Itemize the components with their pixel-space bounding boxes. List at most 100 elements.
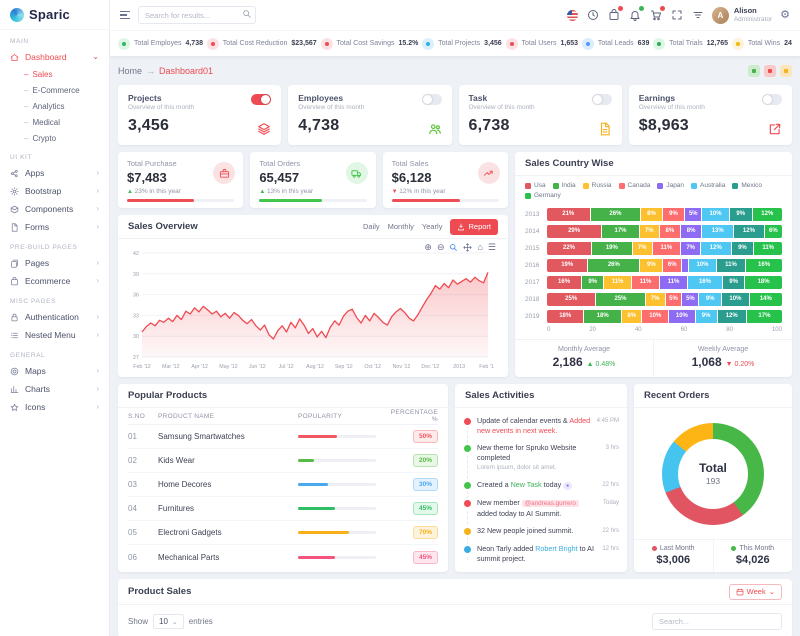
orders-legend-this-month: This Month $4,026 <box>712 540 793 572</box>
activity-time: Today <box>602 500 619 507</box>
week-filter-button[interactable]: Week ⌄ <box>728 583 782 600</box>
bag-icon[interactable] <box>608 6 623 21</box>
search-input[interactable] <box>138 6 256 24</box>
activity-link[interactable]: New Task <box>511 480 542 489</box>
zoom-out-icon[interactable]: ⊖ <box>437 243 445 252</box>
legend-value: $4,026 <box>735 554 770 566</box>
total-cost-savings-icon <box>320 37 333 50</box>
activity-link[interactable]: Robert Bright <box>535 544 577 553</box>
logo[interactable]: Sparic <box>0 0 109 30</box>
task-toggle[interactable] <box>591 94 612 105</box>
sidebar-item-bootstrap[interactable]: Bootstrap › <box>0 182 109 200</box>
bullet-icon: – <box>24 133 29 143</box>
segment-australia: 12% <box>701 242 731 255</box>
legend-india: India <box>552 182 576 189</box>
zoom-in-icon[interactable]: ⊕ <box>424 243 432 252</box>
segment-japan <box>682 259 688 272</box>
sidebar-section-label: GENERAL <box>10 352 46 359</box>
sidebar-item-forms[interactable]: Forms › <box>0 218 109 236</box>
menu-icon[interactable]: ☰ <box>488 243 496 252</box>
activity-dot-icon <box>464 445 471 453</box>
lock-icon <box>10 313 19 322</box>
activity-link[interactable]: ● <box>563 482 573 491</box>
chevron-icon: › <box>96 276 99 285</box>
overview-cards-row: Projects Overview of this month 3,456 Emplo… <box>118 85 792 145</box>
bullet-icon: – <box>24 117 29 127</box>
sidebar-subitem-medical[interactable]: – Medical <box>0 114 109 130</box>
country-bar-row: 2014 29% 17% 7% 8% 8% 13% 12% 6% <box>525 225 782 238</box>
sidebar-item-nested-menu[interactable]: Nested Menu › <box>0 326 109 344</box>
sidebar-subitem-e-commerce[interactable]: – E-Commerce <box>0 82 109 98</box>
settings-gear-icon[interactable]: ⚙ <box>780 9 790 21</box>
search-icon[interactable] <box>242 9 252 19</box>
overview-card-earnings: Earnings Overview of this month $8,963 <box>628 85 792 145</box>
sidebar-item-ecommerce[interactable]: Ecommerce › <box>0 272 109 290</box>
app-root: Sparic MAIN Dashboard ⌄ – Sales – E-Commerce – A… <box>0 0 800 636</box>
employees-toggle[interactable] <box>421 94 442 105</box>
yellow-widget-button[interactable] <box>780 65 792 77</box>
cart-icon[interactable] <box>650 6 665 21</box>
home-icon[interactable]: ⌂ <box>477 243 482 252</box>
country-bars: 2013 21% 26% 8% 9% 5% 10% 9% 12% 2014 29% 17% 7% 8% 8%… <box>515 201 792 323</box>
entries-select[interactable]: 10 ⌄ <box>153 614 184 629</box>
sidebar-item-charts[interactable]: Charts › <box>0 380 109 398</box>
earnings-toggle[interactable] <box>762 94 782 105</box>
table-search-input[interactable] <box>652 613 782 630</box>
sidebar-item-authentication[interactable]: Authentication › <box>0 308 109 326</box>
legend-value: $3,006 <box>656 554 691 566</box>
projects-toggle[interactable] <box>251 94 272 105</box>
segment-canada: 11% <box>652 242 681 255</box>
sidebar-item-pages[interactable]: Pages › <box>0 254 109 272</box>
user-menu[interactable]: A Alison Administrator <box>711 6 772 24</box>
filter-icon[interactable] <box>692 9 704 21</box>
stat-card-total-purchase: Total Purchase $7,483 ▲ 23% in this year <box>118 152 244 208</box>
clock-icon[interactable] <box>587 9 599 21</box>
red-widget-button[interactable] <box>764 65 776 77</box>
sidebar-section-label: PRE-BUILD PAGES <box>10 244 78 251</box>
sidebar-item-dashboard[interactable]: Dashboard ⌄ <box>0 48 109 66</box>
range-monthly-button[interactable]: Monthly <box>388 222 414 231</box>
report-button[interactable]: Report <box>450 218 498 235</box>
copy-icon <box>10 259 19 268</box>
ribbon-stat-total-employes: Total Employes 4,738 <box>118 37 203 50</box>
sidebar-item-icons[interactable]: Icons › <box>0 398 109 416</box>
expand-icon[interactable] <box>671 9 683 21</box>
breadcrumb-home[interactable]: Home <box>118 66 142 76</box>
sidebar-item-components[interactable]: Components › <box>0 200 109 218</box>
activity-time: 3 hrs <box>605 445 619 452</box>
sidebar-subitem-crypto[interactable]: – Crypto <box>0 130 109 146</box>
segment-germany: 17% <box>746 310 782 323</box>
sidebar-toggle-icon[interactable] <box>120 10 130 20</box>
sidebar-item-apps[interactable]: Apps › <box>0 164 109 182</box>
sidebar-subitem-sales[interactable]: – Sales <box>0 66 109 82</box>
sidebar-item-label: Components <box>25 204 74 214</box>
segment-canada: 5% <box>665 293 682 306</box>
popularity-bar <box>298 531 376 534</box>
sidebar-item-maps[interactable]: Maps › <box>0 362 109 380</box>
activity-time: 22 hrs <box>602 482 619 489</box>
total-wins-icon <box>731 37 744 50</box>
monthly-average: Monthly Average 2,186 ▲ 0.48% <box>552 346 616 369</box>
search-box <box>138 6 256 24</box>
bell-icon[interactable] <box>629 6 644 21</box>
selection-zoom-icon[interactable] <box>449 243 458 252</box>
column-header: POPULARITY <box>298 412 343 420</box>
range-daily-button[interactable]: Daily <box>363 222 380 231</box>
sidebar-subitem-analytics[interactable]: – Analytics <box>0 98 109 114</box>
svg-text:2013: 2013 <box>453 364 465 370</box>
overview-card-projects: Projects Overview of this month 3,456 <box>118 85 282 145</box>
sales-overview-chart: ⊕ ⊖ ⌂ ☰ 42 39 36 33 30 27 Feb '12 Mar '12 Apr '12 Ma… <box>118 239 508 371</box>
file-icon <box>10 222 19 232</box>
range-yearly-button[interactable]: Yearly <box>422 222 443 231</box>
segment-mexico: 12% <box>717 310 746 323</box>
green-widget-button[interactable] <box>748 65 760 77</box>
segment-india: 17% <box>602 225 639 238</box>
segment-canada: 9% <box>662 208 685 221</box>
ribbon-stat-value: 12,765 <box>706 40 729 47</box>
flag-icon[interactable] <box>566 9 578 21</box>
activity-link[interactable]: @andreas.gurrero <box>521 500 579 508</box>
pan-icon[interactable] <box>463 243 473 252</box>
country-bar-row: 2015 22% 19% 7% 11% 7% 12% 9% 11% <box>525 242 782 255</box>
mid-left-column: Total Purchase $7,483 ▲ 23% in this year To… <box>118 152 508 377</box>
content: Home → Dashboard01 Projects Overview of t… <box>110 56 800 636</box>
